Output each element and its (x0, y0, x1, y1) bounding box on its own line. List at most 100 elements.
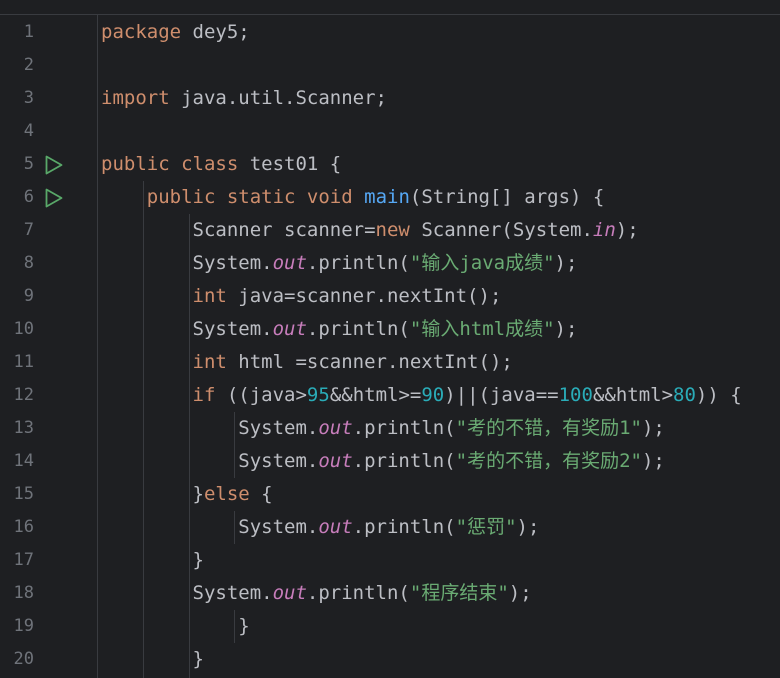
code-token: ); (516, 516, 540, 538)
code-token: ); (554, 318, 578, 340)
code-text[interactable]: System.out.println("程序结束"); (101, 577, 532, 610)
code-text[interactable]: System.out.println("考的不错，有奖励2"); (101, 445, 665, 478)
code-token: .println( (306, 582, 410, 604)
code-token: if (192, 384, 216, 406)
line-number: 2 (23, 55, 34, 75)
code-line[interactable]: 9 int java=scanner.nextInt(); (0, 280, 780, 313)
code-token: out (272, 318, 307, 340)
code-line[interactable]: 8 System.out.println("输入java成绩"); (0, 247, 780, 280)
code-token: .println( (306, 318, 410, 340)
code-token: in (592, 219, 616, 241)
code-line[interactable]: 15 }else { (0, 478, 780, 511)
code-token: System. (101, 450, 319, 472)
code-token: )||(java== (444, 384, 559, 406)
code-token: Scanner scanner= (101, 219, 376, 241)
code-token: .println( (352, 516, 456, 538)
code-text[interactable]: package dey5; (101, 16, 250, 49)
code-token: out (272, 252, 307, 274)
code-text[interactable]: Scanner scanner=new Scanner(System.in); (101, 214, 639, 247)
line-number: 14 (13, 451, 34, 471)
code-token: .println( (352, 417, 456, 439)
run-icon[interactable] (44, 188, 64, 208)
code-text[interactable]: int java=scanner.nextInt(); (101, 280, 502, 313)
code-text[interactable]: public static void main(String[] args) { (101, 181, 605, 214)
code-line[interactable]: 11 int html =scanner.nextInt(); (0, 346, 780, 379)
code-token: "输入java成绩" (409, 252, 555, 274)
code-text[interactable]: System.out.println("输入java成绩"); (101, 247, 578, 280)
code-text[interactable]: } (101, 544, 204, 577)
code-token: } (101, 549, 204, 571)
code-line[interactable]: 2 (0, 49, 780, 82)
code-line[interactable]: 20 } (0, 643, 780, 676)
code-text[interactable]: int html =scanner.nextInt(); (101, 346, 513, 379)
run-icon[interactable] (44, 155, 64, 175)
code-token: } (101, 615, 250, 637)
code-token: ((java> (215, 384, 307, 406)
code-token: main (364, 186, 410, 208)
code-token: out (318, 450, 353, 472)
code-token: ); (508, 582, 532, 604)
code-token: "输入html成绩" (409, 318, 555, 340)
code-token: )) { (695, 384, 742, 406)
code-text[interactable]: public class test01 { (101, 148, 341, 181)
code-line[interactable]: 7 Scanner scanner=new Scanner(System.in)… (0, 214, 780, 247)
code-line[interactable]: 13 System.out.println("考的不错，有奖励1"); (0, 412, 780, 445)
line-number: 17 (13, 550, 34, 570)
code-token: java.util.Scanner; (169, 87, 387, 109)
code-text[interactable]: import java.util.Scanner; (101, 82, 387, 115)
code-line[interactable]: 14 System.out.println("考的不错，有奖励2"); (0, 445, 780, 478)
code-token: { (249, 483, 273, 505)
code-token: .println( (352, 450, 456, 472)
code-token: System. (101, 582, 273, 604)
line-number: 18 (13, 583, 34, 603)
line-number: 7 (23, 220, 34, 240)
line-number: 20 (13, 649, 34, 669)
code-token: out (318, 417, 353, 439)
code-text[interactable]: } (101, 643, 204, 676)
line-number: 4 (23, 121, 34, 141)
code-line[interactable]: 12 if ((java>95&&html>=90)||(java==100&&… (0, 379, 780, 412)
line-number: 11 (13, 352, 34, 372)
code-text[interactable]: System.out.println("考的不错，有奖励1"); (101, 412, 665, 445)
code-line[interactable]: 10 System.out.println("输入html成绩"); (0, 313, 780, 346)
code-token: package (101, 21, 182, 43)
code-editor[interactable]: 1 package dey5; 2 3 import java.util.Scanner… (0, 0, 780, 678)
code-line[interactable]: 16 System.out.println("惩罚"); (0, 511, 780, 544)
code-line[interactable]: 5 public class test01 { (0, 148, 780, 181)
code-token: System. (101, 516, 319, 538)
code-token: public static void (146, 186, 353, 208)
code-token: "考的不错，有奖励1" (455, 417, 642, 439)
line-number: 3 (23, 88, 34, 108)
code-token: test01 { (238, 153, 342, 175)
code-line[interactable]: 3 import java.util.Scanner; (0, 82, 780, 115)
code-text[interactable]: if ((java>95&&html>=90)||(java==100&&htm… (101, 379, 742, 412)
code-token: dey5; (181, 21, 250, 43)
code-line[interactable]: 18 System.out.println("程序结束"); (0, 577, 780, 610)
code-token: "程序结束" (409, 582, 509, 604)
code-line[interactable]: 19 } (0, 610, 780, 643)
code-line[interactable]: 4 (0, 115, 780, 148)
code-token: ); (641, 450, 665, 472)
line-number: 19 (13, 616, 34, 636)
line-number: 1 (23, 22, 34, 42)
editor-top-border (0, 14, 780, 15)
code-line[interactable]: 6 public static void main(String[] args)… (0, 181, 780, 214)
code-token: ); (615, 219, 639, 241)
code-text[interactable]: System.out.println("输入html成绩"); (101, 313, 578, 346)
code-line[interactable]: 1 package dey5; (0, 16, 780, 49)
code-text[interactable]: } (101, 610, 250, 643)
code-token: ); (641, 417, 665, 439)
code-token: public class (101, 153, 239, 175)
code-token: .println( (306, 252, 410, 274)
code-token: int (192, 285, 227, 307)
code-text[interactable]: }else { (101, 478, 273, 511)
line-number: 8 (23, 253, 34, 273)
code-token: } (101, 648, 204, 670)
code-line[interactable]: 17 } (0, 544, 780, 577)
code-text[interactable]: System.out.println("惩罚"); (101, 511, 539, 544)
line-number: 9 (23, 286, 34, 306)
line-number: 16 (13, 517, 34, 537)
